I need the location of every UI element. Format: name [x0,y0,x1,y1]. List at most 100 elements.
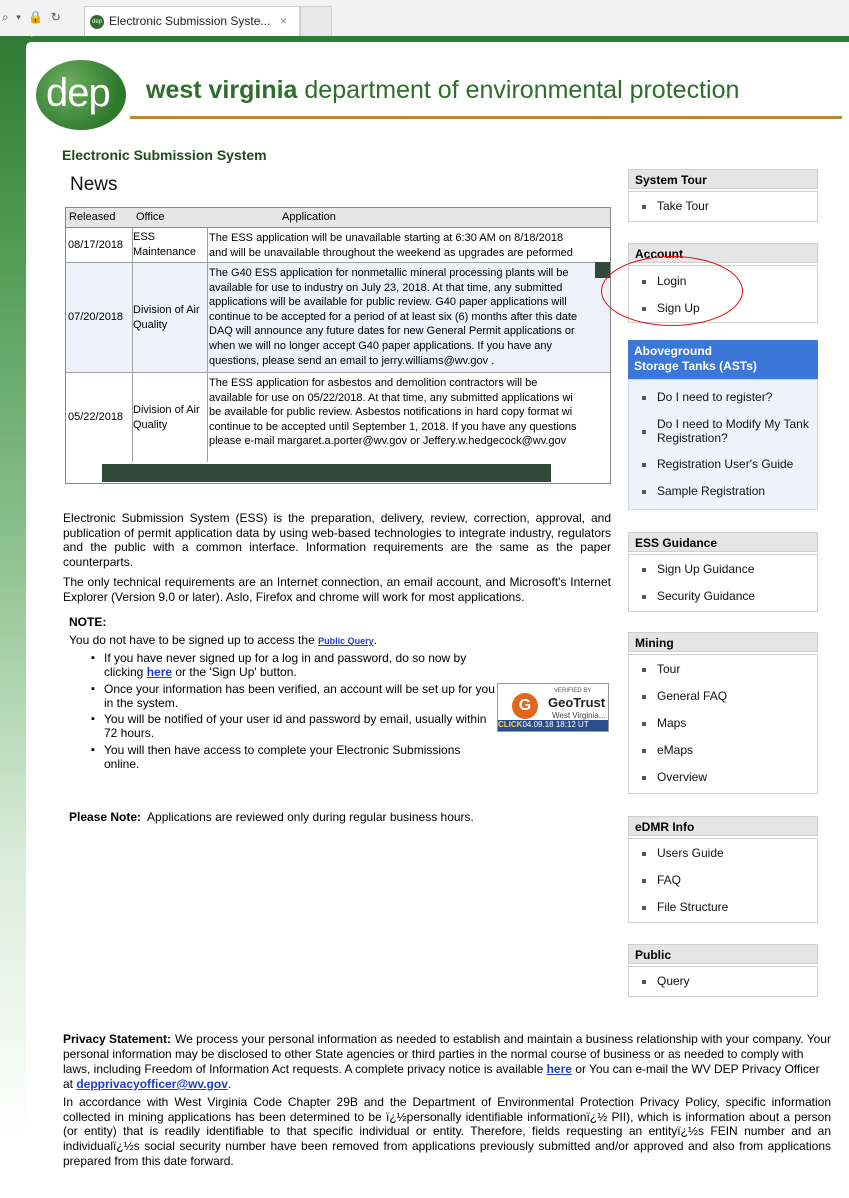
geotrust-icon: G [512,693,538,719]
sidebar-system-tour-box: Take Tour [628,191,818,222]
application-line: applications will be available for publi… [209,296,567,309]
page-frame-left [0,36,31,1198]
asts-title-line2: Storage Tanks (ASTs) [634,359,757,373]
sidebar-public-box: Query [628,966,818,997]
table-row: 07/20/2018 Division of Air Quality The G… [66,263,610,373]
privacy-label: Privacy Statement: [63,1032,172,1046]
browser-nav-icons[interactable]: ⌕ ▾ 🔒 ↻ [2,10,63,25]
released-cell: 07/20/2018 [66,263,133,372]
browser-tab[interactable]: dep Electronic Submission Syste... × [84,6,300,36]
note-intro-end: . [373,633,377,647]
office-cell: Division of Air Quality [132,373,208,462]
column-office: Office [136,211,165,223]
note-intro: You do not have to be signed up to acces… [69,633,377,647]
application-line: be available for public review. Asbestos… [209,406,573,419]
note-intro-text: You do not have to be signed up to acces… [69,633,319,647]
sidebar-item-mining-tour[interactable]: Tour [629,656,817,683]
page-frame-top [28,36,849,42]
sidebar-item-maps[interactable]: Maps [629,710,817,737]
application-line: The ESS application for asbestos and dem… [209,377,538,389]
application-line: questions, please send an email to jerry… [209,354,495,367]
sidebar-ess-guidance-heading: ESS Guidance [628,532,818,552]
application-cell: The ESS application will be unavailable … [209,228,610,262]
list-item: Once your information has been verified,… [88,682,498,711]
close-icon[interactable]: × [280,14,287,28]
column-application: Application [282,211,336,223]
news-heading: News [70,174,118,195]
sidebar-item-overview[interactable]: Overview [629,764,817,791]
sidebar-item-edmr-faq[interactable]: FAQ [629,867,817,894]
list-item: You will be notified of your user id and… [88,712,498,741]
seal-org: West Virginia... [552,711,606,720]
privacy-email-link[interactable]: depprivacyofficer@wv.gov [76,1077,228,1091]
sidebar-mining-heading: Mining [628,632,818,652]
application-line: and will be unavailable throughout the w… [209,246,573,259]
application-cell: The ESS application for asbestos and dem… [209,373,610,462]
favicon-icon: dep [90,15,104,29]
sidebar-item-need-register[interactable]: Do I need to register? [629,384,817,411]
table-row: 08/17/2018 ESS Maintenance The ESS appli… [66,228,610,263]
sidebar-item-modify-registration[interactable]: Do I need to Modify My Tank Registration… [629,411,817,451]
horizontal-scrollbar[interactable] [102,464,551,482]
department-rest: department of environmental protection [297,76,740,104]
browser-chrome: ⌕ ▾ 🔒 ↻ dep Electronic Submission Syste.… [0,0,849,37]
sidebar-item-edmr-users-guide[interactable]: Users Guide [629,840,817,867]
sidebar-system-tour-heading: System Tour [628,169,818,189]
geotrust-seal[interactable]: G VERIFIED BY GeoTrust West Virginia... … [497,683,609,732]
please-note-label: Please Note: [69,810,142,824]
application-line: The G40 ESS application for nonmetallic … [209,267,569,279]
system-title: Electronic Submission System [62,147,267,163]
application-line: available for use on 05/22/2018. At that… [209,391,573,404]
sidebar-item-security-guidance[interactable]: Security Guidance [629,583,817,610]
sidebar-edmr-heading: eDMR Info [628,816,818,836]
sidebar-item-signup-guidance[interactable]: Sign Up Guidance [629,556,817,583]
sidebar-item-query[interactable]: Query [629,968,817,995]
application-cell: The G40 ESS application for nonmetallic … [209,263,610,372]
news-table-header: Released Office Application [66,208,610,228]
sidebar-item-emaps[interactable]: eMaps [629,737,817,764]
sidebar-item-sample-registration[interactable]: Sample Registration [629,478,817,505]
sidebar-mining-box: Tour General FAQ Maps eMaps Overview [628,654,818,794]
application-line: available for use to industry on July 23… [209,281,563,294]
department-state: west virginia [146,76,298,104]
header-divider [130,116,842,119]
sidebar-item-users-guide[interactable]: Registration User's Guide [629,451,817,478]
seal-click: CLICK [498,720,523,729]
privacy-statement: Privacy Statement: We process your person… [63,1032,831,1092]
seal-brand: GeoTrust [548,695,606,710]
released-cell: 05/22/2018 [66,373,133,462]
column-released: Released [69,211,116,223]
bullet-text: or the 'Sign Up' button. [172,665,297,680]
technical-requirements: The only technical requirements are an I… [63,575,611,604]
table-row: 05/22/2018 Division of Air Quality The E… [66,373,610,462]
sidebar-item-general-faq[interactable]: General FAQ [629,683,817,710]
application-line: DAQ will announce any future dates for n… [209,325,575,338]
office-cell: ESS Maintenance [132,228,208,262]
sidebar-edmr-box: Users Guide FAQ File Structure [628,838,818,923]
sidebar-item-take-tour[interactable]: Take Tour [629,193,817,220]
seal-timestamp: 04.09.18 18:12 UT [522,720,589,729]
please-note: Please Note: Applications are reviewed on… [69,810,474,824]
sidebar-item-file-structure[interactable]: File Structure [629,894,817,921]
signup-here-link[interactable]: here [147,665,172,679]
application-line: continue to be accepted for a period of … [209,310,578,323]
logo-text: dep [46,71,111,115]
note-label: NOTE: [69,615,107,629]
application-line: continue to be accepted until September … [209,420,577,433]
application-line: when we will no longer accept G40 paper … [209,339,553,352]
pii-policy-text: In accordance with West Virginia Code Ch… [63,1095,831,1168]
news-table[interactable]: Released Office Application 08/17/2018 E… [65,207,611,484]
application-line: please e-mail margaret.a.porter@wv.gov o… [209,435,567,448]
privacy-notice-link[interactable]: here [547,1062,572,1076]
public-query-link[interactable]: Public Query [318,636,374,646]
application-line: The ESS application will be unavailable … [209,232,564,244]
released-cell: 08/17/2018 [66,228,133,262]
list-item: You will then have access to complete yo… [88,743,498,772]
ess-description: Electronic Submission System (ESS) is th… [63,511,611,570]
seal-footer: CLICK04.09.18 18:12 UT [498,720,608,731]
sidebar-ess-guidance-box: Sign Up Guidance Security Guidance [628,554,818,612]
new-tab-button[interactable] [300,6,332,36]
sidebar-asts-box: Do I need to register? Do I need to Modi… [628,379,818,510]
note-list: If you have never signed up for a log in… [88,651,498,773]
list-item: If you have never signed up for a log in… [88,651,498,680]
